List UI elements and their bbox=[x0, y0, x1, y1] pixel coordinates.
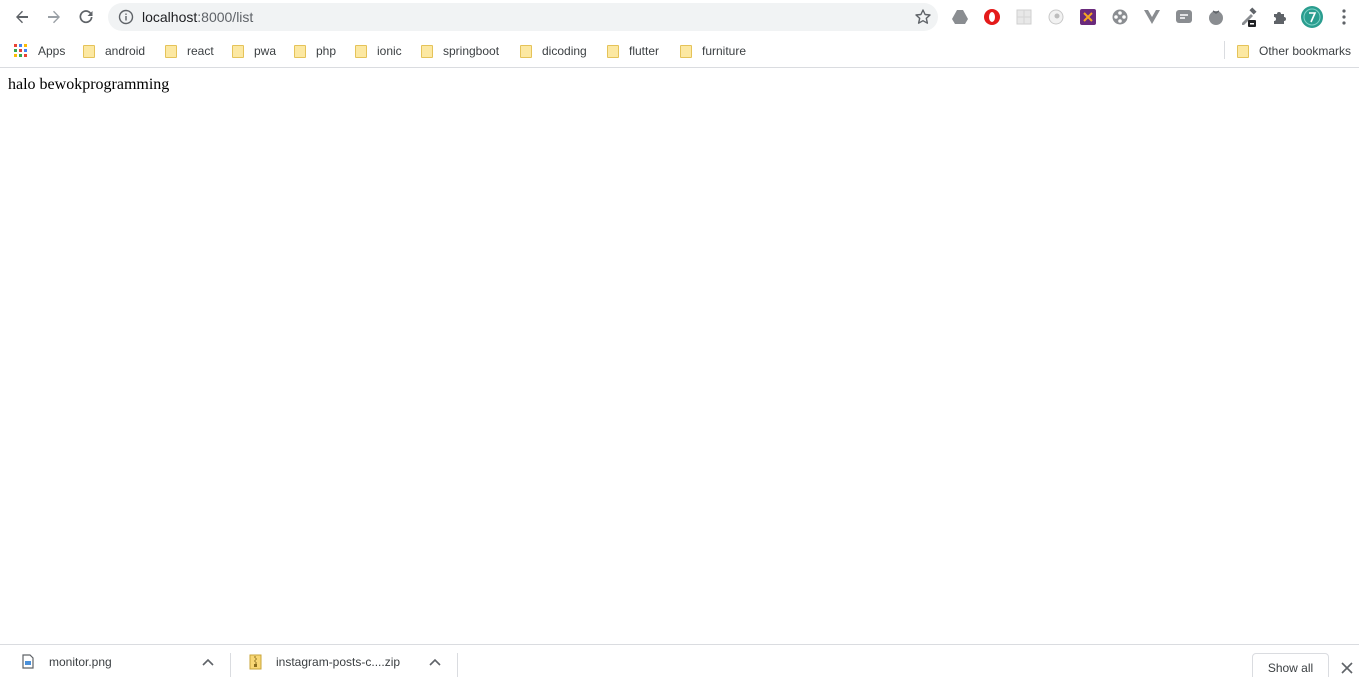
bookmark-label: furniture bbox=[702, 44, 747, 58]
forward-icon bbox=[48, 10, 60, 24]
bookmark-folder-ionic[interactable]: ionic bbox=[355, 41, 402, 61]
download-filename: instagram-posts-c....zip bbox=[276, 654, 401, 669]
extensions-button[interactable] bbox=[1270, 7, 1290, 27]
reload-button[interactable] bbox=[72, 3, 100, 31]
forward-button[interactable] bbox=[40, 3, 68, 31]
bookmark-label: springboot bbox=[443, 44, 500, 58]
extension-6[interactable] bbox=[1110, 7, 1130, 27]
bookmark-label: android bbox=[105, 44, 146, 58]
extension-3[interactable] bbox=[1014, 7, 1034, 27]
image-file-icon bbox=[22, 654, 34, 669]
download-divider bbox=[457, 653, 458, 677]
folder-icon bbox=[607, 44, 619, 58]
folder-icon bbox=[680, 44, 692, 58]
folder-icon bbox=[355, 44, 367, 58]
bookmark-label: ionic bbox=[377, 44, 402, 58]
folder-icon bbox=[294, 44, 306, 58]
menu-icon bbox=[1342, 9, 1346, 25]
extension-10[interactable] bbox=[1239, 7, 1259, 27]
camera-extension-icon bbox=[1048, 9, 1064, 25]
folder-icon bbox=[520, 44, 532, 58]
bookmarks-bar: Apps android react pwa php ionic springb… bbox=[0, 34, 1359, 68]
url-host: localhost bbox=[142, 9, 198, 25]
chevron-up-icon[interactable] bbox=[202, 658, 214, 666]
vue-devtools-icon bbox=[1144, 10, 1160, 24]
download-divider bbox=[230, 653, 231, 677]
chevron-up-icon[interactable] bbox=[429, 658, 441, 666]
folder-icon bbox=[83, 44, 95, 58]
zip-file-icon bbox=[249, 654, 262, 669]
bookmark-folder-php[interactable]: php bbox=[294, 41, 336, 61]
close-shelf-button[interactable] bbox=[1338, 659, 1356, 677]
opera-adblock-icon bbox=[984, 9, 1000, 25]
bookmark-other-bookmarks[interactable]: Other bookmarks bbox=[1237, 41, 1351, 61]
folder-icon bbox=[1237, 44, 1249, 58]
x-extension-icon bbox=[1080, 9, 1096, 25]
close-icon bbox=[1341, 662, 1353, 674]
page-body-text: halo bewokprogramming bbox=[8, 76, 170, 93]
other-bookmarks-label: Other bookmarks bbox=[1259, 44, 1352, 58]
browser-toolbar: localhost:8000/list bbox=[0, 0, 1359, 34]
grid-extension-icon bbox=[1016, 9, 1032, 25]
back-icon bbox=[16, 10, 28, 24]
bookmark-folder-pwa[interactable]: pwa bbox=[232, 41, 276, 61]
drive-icon bbox=[952, 10, 968, 24]
extension-4[interactable] bbox=[1046, 7, 1066, 27]
bookmark-folder-dicoding[interactable]: dicoding bbox=[520, 41, 587, 61]
bookmark-folder-springboot[interactable]: springboot bbox=[421, 41, 499, 61]
download-item[interactable]: monitor.png bbox=[22, 645, 218, 677]
chrome-menu-button[interactable] bbox=[1334, 7, 1354, 27]
bookmarks-divider bbox=[1224, 41, 1225, 59]
folder-icon bbox=[232, 44, 244, 58]
extension-8[interactable] bbox=[1174, 7, 1194, 27]
bookmark-folder-furniture[interactable]: furniture bbox=[680, 41, 746, 61]
avatar-icon bbox=[1301, 6, 1323, 28]
reload-icon bbox=[79, 10, 93, 24]
film-reel-icon bbox=[1112, 9, 1128, 25]
folder-icon bbox=[165, 44, 177, 58]
extension-7[interactable] bbox=[1142, 7, 1162, 27]
tomato-timer-icon bbox=[1209, 10, 1223, 25]
extension-9[interactable] bbox=[1206, 7, 1226, 27]
bookmark-label: flutter bbox=[629, 44, 660, 58]
drive-extension[interactable] bbox=[950, 7, 970, 27]
bookmark-apps-label: Apps bbox=[38, 44, 66, 58]
download-filename: monitor.png bbox=[49, 654, 112, 669]
back-button[interactable] bbox=[8, 3, 36, 31]
puzzle-icon bbox=[1274, 12, 1286, 24]
star-icon[interactable] bbox=[914, 8, 932, 26]
folder-icon bbox=[421, 44, 433, 58]
bookmark-folder-android[interactable]: android bbox=[83, 41, 145, 61]
bookmark-label: php bbox=[316, 44, 337, 58]
url-path: :8000/list bbox=[197, 9, 254, 25]
address-bar[interactable]: localhost:8000/list bbox=[108, 3, 938, 31]
download-item[interactable]: instagram-posts-c....zip bbox=[249, 645, 445, 677]
url-text[interactable]: localhost:8000/list bbox=[142, 9, 253, 25]
apps-grid-icon bbox=[14, 44, 27, 57]
info-icon[interactable] bbox=[118, 9, 134, 25]
extension-5[interactable] bbox=[1078, 7, 1098, 27]
bookmark-label: react bbox=[187, 44, 214, 58]
chat-extension-icon bbox=[1176, 10, 1192, 23]
download-shelf: monitor.png instagram-posts-c....zip Sho… bbox=[0, 644, 1359, 677]
profile-avatar[interactable] bbox=[1300, 5, 1324, 29]
eyedropper-icon bbox=[1242, 7, 1257, 27]
bookmark-label: pwa bbox=[254, 44, 277, 58]
bookmark-label: dicoding bbox=[542, 44, 587, 58]
bookmark-folder-flutter[interactable]: flutter bbox=[607, 41, 659, 61]
show-all-button[interactable]: Show all bbox=[1252, 653, 1329, 677]
bookmark-folder-react[interactable]: react bbox=[165, 41, 214, 61]
opera-extension[interactable] bbox=[982, 7, 1002, 27]
bookmark-apps[interactable]: Apps bbox=[14, 41, 65, 61]
